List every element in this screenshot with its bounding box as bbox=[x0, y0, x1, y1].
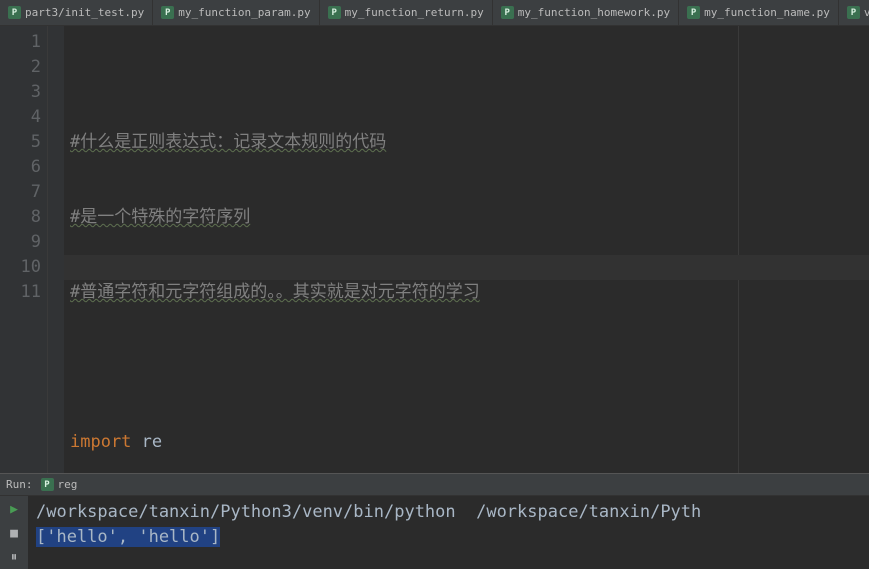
console-line: /workspace/tanxin/Python3/venv/bin/pytho… bbox=[36, 502, 701, 522]
fold-gutter bbox=[48, 26, 64, 473]
console-output[interactable]: /workspace/tanxin/Python3/venv/bin/pytho… bbox=[28, 496, 869, 569]
python-file-icon: P bbox=[41, 478, 54, 491]
line-number: 11 bbox=[0, 280, 41, 305]
stop-button[interactable]: ■ bbox=[5, 524, 23, 542]
console-line-selected: ['hello', 'hello'] bbox=[36, 527, 220, 547]
tab-label: my_function_return.py bbox=[345, 6, 484, 19]
line-number: 6 bbox=[0, 155, 41, 180]
line-number: 8 bbox=[0, 205, 41, 230]
run-tool-window: Run: P reg ▶ ■ ⏸ /workspace/tanxin/Pytho… bbox=[0, 473, 869, 569]
tab-my-function-param[interactable]: Pmy_function_param.py bbox=[153, 0, 319, 25]
python-file-icon: P bbox=[847, 6, 860, 19]
python-file-icon: P bbox=[501, 6, 514, 19]
comment-text: #什么是正则表达式：记录文本规则的代码 bbox=[70, 132, 386, 152]
line-number: 3 bbox=[0, 80, 41, 105]
tab-label: my_function_param.py bbox=[178, 6, 310, 19]
tab-my-function-return[interactable]: Pmy_function_return.py bbox=[320, 0, 493, 25]
python-file-icon: P bbox=[8, 6, 21, 19]
run-body: ▶ ■ ⏸ /workspace/tanxin/Python3/venv/bin… bbox=[0, 496, 869, 569]
code-editor[interactable]: #什么是正则表达式：记录文本规则的代码 #是一个特殊的字符序列 #普通字符和元字… bbox=[64, 26, 869, 473]
line-number: 9 bbox=[0, 230, 41, 255]
run-label: Run: bbox=[6, 478, 33, 491]
line-number: 10 bbox=[0, 255, 41, 280]
tab-variable-action[interactable]: Pvariable_action.py bbox=[839, 0, 869, 25]
rerun-button[interactable]: ▶ bbox=[5, 500, 23, 518]
run-toolbar: ▶ ■ ⏸ bbox=[0, 496, 28, 569]
line-number: 4 bbox=[0, 105, 41, 130]
module-name: re bbox=[131, 432, 162, 452]
comment-text: #是一个特殊的字符序列 bbox=[70, 207, 250, 227]
tab-bar: Ppart3/init_test.py Pmy_function_param.p… bbox=[0, 0, 869, 26]
keyword: import bbox=[70, 432, 131, 452]
run-header: Run: P reg bbox=[0, 474, 869, 496]
python-file-icon: P bbox=[687, 6, 700, 19]
line-number-gutter: 1 2 3 4 5 6 7 8 9 10 11 bbox=[0, 26, 48, 473]
pause-button[interactable]: ⏸ bbox=[5, 548, 23, 566]
run-config-name: reg bbox=[58, 478, 78, 491]
tab-init-test[interactable]: Ppart3/init_test.py bbox=[0, 0, 153, 25]
tab-label: variable_action.py bbox=[864, 6, 869, 19]
line-number: 5 bbox=[0, 130, 41, 155]
line-number: 1 bbox=[0, 30, 41, 55]
line-number: 2 bbox=[0, 55, 41, 80]
editor-area: 1 2 3 4 5 6 7 8 9 10 11 #什么是正则表达式：记录文本规则… bbox=[0, 26, 869, 473]
tab-my-function-name[interactable]: Pmy_function_name.py bbox=[679, 0, 839, 25]
current-line-highlight bbox=[64, 255, 869, 280]
comment-text: #普通字符和元字符组成的。。其实就是对元字符的学习 bbox=[70, 282, 480, 302]
tab-my-function-homework[interactable]: Pmy_function_homework.py bbox=[493, 0, 679, 25]
right-margin-guide bbox=[738, 26, 739, 473]
python-file-icon: P bbox=[328, 6, 341, 19]
tab-label: my_function_homework.py bbox=[518, 6, 670, 19]
tab-label: my_function_name.py bbox=[704, 6, 830, 19]
python-file-icon: P bbox=[161, 6, 174, 19]
line-number: 7 bbox=[0, 180, 41, 205]
tab-label: part3/init_test.py bbox=[25, 6, 144, 19]
